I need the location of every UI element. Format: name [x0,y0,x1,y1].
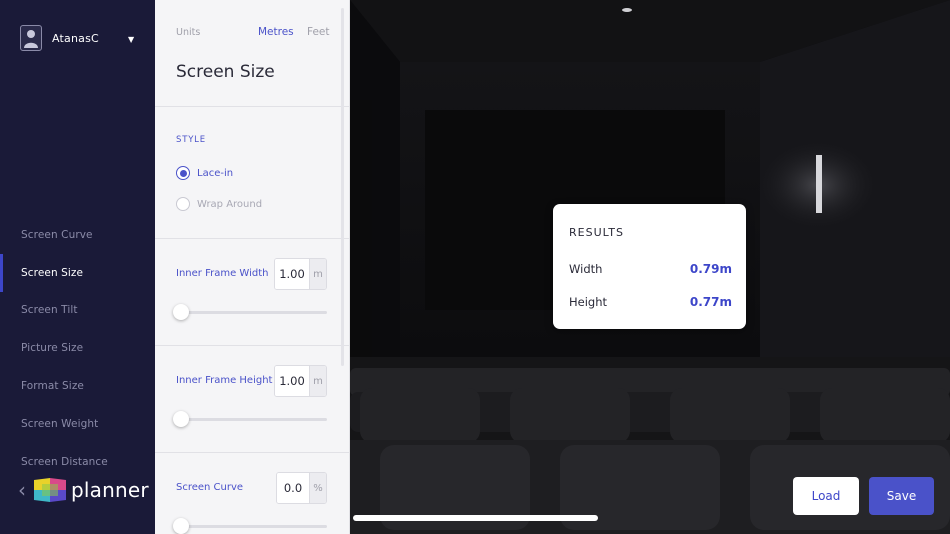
slider-thumb[interactable] [173,518,189,534]
divider [155,106,349,107]
slider-track [176,418,327,421]
field-label: Inner Frame Width [176,268,269,279]
screen-curve-row: Screen Curve % [176,472,327,504]
slider-thumb[interactable] [173,411,189,427]
field-label: Inner Frame Height [176,375,273,386]
inner-frame-height-field: m [274,365,327,397]
screen-curve-field: % [276,472,327,504]
screen-curve-input[interactable] [277,473,309,503]
sidebar-item-screen-distance[interactable]: Screen Distance [0,443,155,481]
sidebar-item-label: Format Size [21,380,84,393]
inner-frame-width-field: m [274,258,327,290]
units-label: Units [176,27,201,38]
sidebar-item-screen-weight[interactable]: Screen Weight [0,405,155,443]
inner-frame-height-slider[interactable] [173,411,327,427]
sidebar: AtanasC ▼ Screen Curve Screen Size Scree… [0,0,155,534]
settings-panel: Units Metres Feet Screen Size STYLE Lace… [155,0,350,534]
sidebar-item-label: Screen Size [21,266,84,279]
inner-frame-height-input[interactable] [275,366,309,396]
chevron-left-icon[interactable]: ‹ [18,480,26,500]
results-title: RESULTS [569,226,624,239]
slider-thumb[interactable] [173,304,189,320]
save-button[interactable]: Save [869,477,934,515]
sidebar-item-label: Picture Size [21,342,84,355]
divider [155,345,349,346]
sidebar-item-label: Screen Curve [21,228,93,241]
field-label: Screen Curve [176,482,244,493]
style-section-label: STYLE [176,135,206,145]
planner-logo-icon [34,478,66,502]
divider [155,238,349,239]
user-menu[interactable]: AtanasC [20,25,99,51]
sidebar-item-screen-tilt[interactable]: Screen Tilt [0,292,155,330]
radio-button[interactable] [176,197,190,211]
radio-button[interactable] [176,166,190,180]
results-card: RESULTS Width 0.79m Height 0.77m [553,204,746,329]
style-option-lace-in[interactable]: Lace-in [176,166,233,180]
unit-suffix: m [309,259,326,289]
unit-suffix: m [309,366,326,396]
load-button[interactable]: Load [793,477,859,515]
radio-label: Wrap Around [197,198,263,210]
avatar [20,25,42,51]
result-value: 0.79m [689,262,732,276]
sidebar-item-label: Screen Weight [21,417,99,430]
sidebar-item-picture-size[interactable]: Picture Size [0,329,155,367]
unit-suffix: % [309,473,326,503]
sidebar-item-screen-curve[interactable]: Screen Curve [0,216,155,254]
sidebar-item-screen-size[interactable]: Screen Size [0,253,155,292]
unit-feet-button[interactable]: Feet [307,26,330,38]
slider-track [176,525,327,528]
inner-frame-width-slider[interactable] [173,304,327,320]
sidebar-item-label: Screen Tilt [21,304,78,317]
inner-frame-width-row: Inner Frame Width m [176,258,327,290]
result-row-height: Height 0.77m [569,295,732,309]
inner-frame-height-row: Inner Frame Height m [176,365,327,397]
inner-frame-width-input[interactable] [275,259,309,289]
sidebar-nav: Screen Curve Screen Size Screen Tilt Pic… [0,216,155,481]
caret-down-icon[interactable]: ▼ [128,35,134,44]
username: AtanasC [52,31,99,45]
result-label: Width [569,262,603,276]
result-row-width: Width 0.79m [569,262,732,276]
view-horizontal-scrollbar[interactable] [353,515,598,521]
screen-curve-slider[interactable] [173,518,327,534]
result-value: 0.77m [689,295,732,309]
brand: ‹ planner [18,478,149,502]
divider [155,452,349,453]
unit-metres-button[interactable]: Metres [258,26,294,38]
style-option-wrap-around[interactable]: Wrap Around [176,197,262,211]
sidebar-item-format-size[interactable]: Format Size [0,367,155,405]
result-label: Height [569,295,608,309]
slider-track [176,311,327,314]
radio-label: Lace-in [197,167,234,179]
sidebar-item-label: Screen Distance [21,455,108,468]
panel-title: Screen Size [176,62,275,82]
person-icon [24,30,38,48]
brand-name: planner [71,478,149,502]
panel-scrollbar[interactable] [341,8,344,366]
